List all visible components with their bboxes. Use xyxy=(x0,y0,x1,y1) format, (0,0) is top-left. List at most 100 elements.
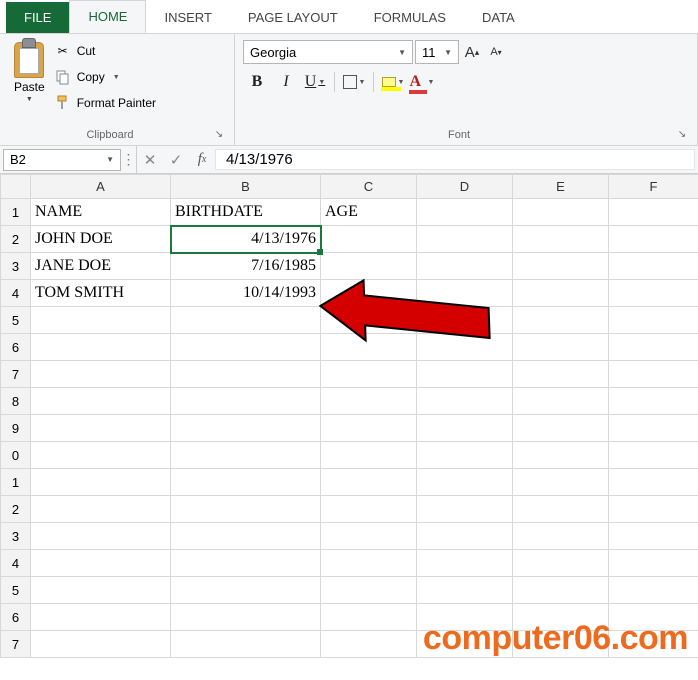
cell[interactable] xyxy=(31,604,171,631)
cell-E2[interactable] xyxy=(513,226,609,253)
fx-icon[interactable]: fx xyxy=(189,146,215,173)
cell[interactable] xyxy=(321,604,417,631)
cell-E1[interactable] xyxy=(513,199,609,226)
cell[interactable] xyxy=(171,496,321,523)
cell[interactable] xyxy=(321,442,417,469)
borders-button[interactable]: ▼ xyxy=(340,70,368,94)
cell-F2[interactable] xyxy=(609,226,698,253)
cell-C1[interactable]: AGE xyxy=(321,199,417,226)
cell[interactable] xyxy=(31,577,171,604)
cell[interactable] xyxy=(31,550,171,577)
cell[interactable] xyxy=(609,415,698,442)
select-all-corner[interactable] xyxy=(1,175,31,199)
cell[interactable] xyxy=(321,496,417,523)
cell[interactable] xyxy=(171,604,321,631)
cell-C2[interactable] xyxy=(321,226,417,253)
row-header-6[interactable]: 6 xyxy=(1,334,31,361)
cell-A2[interactable]: JOHN DOE xyxy=(31,226,171,253)
cell-E3[interactable] xyxy=(513,253,609,280)
cell[interactable] xyxy=(417,307,513,334)
increase-font-size-button[interactable]: A▴ xyxy=(461,41,483,63)
name-box[interactable]: B2 ▼ xyxy=(3,149,121,171)
cell[interactable] xyxy=(417,334,513,361)
cell[interactable] xyxy=(609,469,698,496)
cell-F1[interactable] xyxy=(609,199,698,226)
copy-button[interactable]: Copy ▼ xyxy=(55,66,156,88)
cell[interactable] xyxy=(417,550,513,577)
cell[interactable] xyxy=(609,523,698,550)
cell[interactable] xyxy=(513,334,609,361)
cell[interactable] xyxy=(171,334,321,361)
enter-formula-button[interactable]: ✓ xyxy=(163,146,189,173)
row-header-9[interactable]: 9 xyxy=(1,415,31,442)
tab-page-layout[interactable]: PAGE LAYOUT xyxy=(230,2,356,33)
cell[interactable] xyxy=(609,442,698,469)
chevron-down-icon[interactable]: ▼ xyxy=(428,78,435,86)
chevron-down-icon[interactable]: ▼ xyxy=(106,155,114,164)
cell[interactable] xyxy=(171,523,321,550)
cell[interactable] xyxy=(321,577,417,604)
cell[interactable] xyxy=(417,469,513,496)
row-header-15[interactable]: 5 xyxy=(1,577,31,604)
format-painter-button[interactable]: Format Painter xyxy=(55,92,156,114)
cell[interactable] xyxy=(513,415,609,442)
cell[interactable] xyxy=(31,523,171,550)
cell[interactable] xyxy=(31,388,171,415)
cell-B1[interactable]: BIRTHDATE xyxy=(171,199,321,226)
cell[interactable] xyxy=(513,577,609,604)
cell[interactable] xyxy=(31,442,171,469)
cell[interactable] xyxy=(513,307,609,334)
row-header-8[interactable]: 8 xyxy=(1,388,31,415)
col-header-A[interactable]: A xyxy=(31,175,171,199)
cell[interactable] xyxy=(609,496,698,523)
cell-D4[interactable] xyxy=(417,280,513,307)
cell[interactable] xyxy=(417,361,513,388)
col-header-D[interactable]: D xyxy=(417,175,513,199)
cell-F4[interactable] xyxy=(609,280,698,307)
cell[interactable] xyxy=(609,388,698,415)
cell[interactable] xyxy=(417,523,513,550)
cell[interactable] xyxy=(609,361,698,388)
cell[interactable] xyxy=(321,307,417,334)
italic-button[interactable]: I xyxy=(272,70,300,94)
row-header-7[interactable]: 7 xyxy=(1,361,31,388)
row-header-10[interactable]: 0 xyxy=(1,442,31,469)
col-header-F[interactable]: F xyxy=(609,175,698,199)
cell[interactable] xyxy=(417,577,513,604)
row-header-5[interactable]: 5 xyxy=(1,307,31,334)
cell[interactable] xyxy=(171,469,321,496)
chevron-down-icon[interactable]: ▼ xyxy=(398,78,405,86)
cell[interactable] xyxy=(417,442,513,469)
cell[interactable] xyxy=(513,442,609,469)
col-header-E[interactable]: E xyxy=(513,175,609,199)
cell[interactable] xyxy=(171,631,321,658)
cell-A4[interactable]: TOM SMITH xyxy=(31,280,171,307)
cell-B4[interactable]: 10/14/1993 xyxy=(171,280,321,307)
cell[interactable] xyxy=(321,334,417,361)
fill-color-button[interactable]: ▼ xyxy=(379,70,407,94)
row-header-14[interactable]: 4 xyxy=(1,550,31,577)
cell[interactable] xyxy=(609,334,698,361)
cell-E4[interactable] xyxy=(513,280,609,307)
cell[interactable] xyxy=(321,415,417,442)
cell[interactable] xyxy=(171,307,321,334)
cell[interactable] xyxy=(321,550,417,577)
cell-B3[interactable]: 7/16/1985 xyxy=(171,253,321,280)
cell-A3[interactable]: JANE DOE xyxy=(31,253,171,280)
cell[interactable] xyxy=(171,577,321,604)
chevron-down-icon[interactable]: ▼ xyxy=(113,74,120,81)
cell-D3[interactable] xyxy=(417,253,513,280)
cell[interactable] xyxy=(609,307,698,334)
row-header-2[interactable]: 2 xyxy=(1,226,31,253)
col-header-C[interactable]: C xyxy=(321,175,417,199)
cell-F3[interactable] xyxy=(609,253,698,280)
cell[interactable] xyxy=(31,415,171,442)
font-size-dropdown[interactable]: 11 ▼ xyxy=(415,40,459,64)
underline-button[interactable]: U▼ xyxy=(301,70,329,94)
cell[interactable] xyxy=(171,415,321,442)
font-dialog-launcher[interactable]: ↘ xyxy=(675,127,689,141)
cancel-formula-button[interactable]: ✕ xyxy=(137,146,163,173)
col-header-B[interactable]: B xyxy=(171,175,321,199)
cell[interactable] xyxy=(513,550,609,577)
tab-formulas[interactable]: FORMULAS xyxy=(356,2,464,33)
